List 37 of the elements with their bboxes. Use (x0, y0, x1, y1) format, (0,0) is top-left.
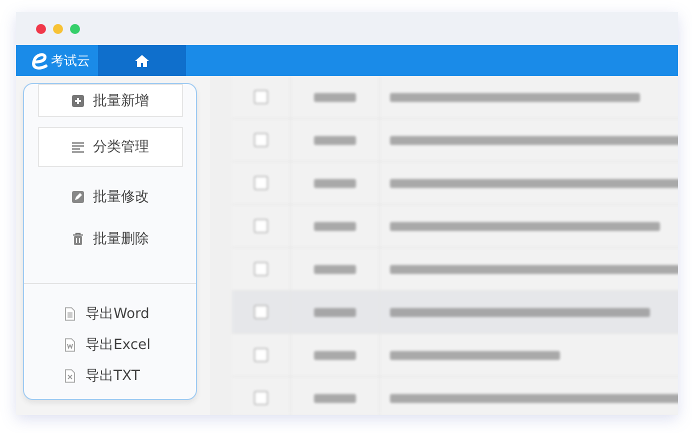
blurred-text (314, 394, 356, 402)
menu-item[interactable]: 批量删除 (71, 229, 149, 249)
blurred-text (314, 308, 356, 316)
blurred-text (314, 264, 356, 274)
export-item[interactable]: 导出TXT (63, 366, 140, 386)
maximize-icon[interactable] (70, 24, 80, 34)
export-item[interactable]: 导出Excel (63, 335, 151, 355)
export-item[interactable]: 导出Word (63, 304, 150, 324)
blurred-text (314, 92, 356, 102)
document-icon (63, 307, 78, 321)
document-icon (63, 338, 78, 352)
row-checkbox[interactable] (254, 176, 268, 190)
trash-icon (71, 232, 85, 246)
menu-item[interactable]: 批量修改 (71, 187, 149, 207)
blurred-text (314, 222, 356, 230)
row-checkbox[interactable] (254, 90, 268, 104)
edit-icon (71, 190, 85, 204)
row-checkbox[interactable] (254, 262, 268, 276)
brand-name: 考试云 (51, 52, 90, 70)
row-checkbox[interactable] (254, 133, 268, 147)
blurred-text (314, 136, 356, 144)
plus-icon (71, 94, 85, 108)
menu-button[interactable]: 分类管理 (38, 127, 182, 167)
minimize-icon[interactable] (53, 24, 63, 34)
logo-icon (30, 50, 50, 70)
row-checkbox[interactable] (254, 219, 268, 233)
blurred-text (314, 178, 356, 188)
close-icon[interactable] (36, 24, 46, 34)
row-checkbox[interactable] (254, 391, 268, 405)
blurred-text (314, 350, 356, 360)
menu-icon (71, 140, 85, 154)
document-icon (63, 369, 78, 383)
home-icon (134, 54, 150, 68)
menu-button[interactable]: 批量新增 (38, 84, 182, 117)
row-checkbox[interactable] (254, 305, 268, 319)
row-checkbox[interactable] (254, 348, 268, 362)
home-tab[interactable] (98, 45, 186, 76)
